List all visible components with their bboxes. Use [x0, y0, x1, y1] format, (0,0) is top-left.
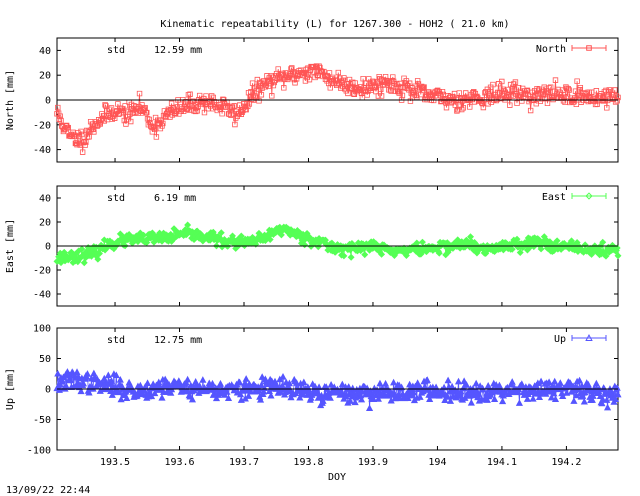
north-panel: -40 -20 0 20 40 North [mm] std 12.59 mm North [5, 37, 621, 163]
legend-label: Up [554, 334, 566, 345]
y-tick-label: -40 [33, 290, 51, 301]
east-panel: -40 -20 0 20 40 East [mm] std 6.19 mm East [5, 185, 622, 307]
y-tick-label: -50 [33, 415, 51, 426]
y-tick-label: 50 [39, 354, 51, 365]
y-tick-label: 40 [39, 46, 51, 57]
x-tick-label: 194.2 [551, 457, 581, 468]
y-tick-label: 20 [39, 71, 51, 82]
y-tick-label: 100 [33, 324, 51, 335]
y-tick-label: 0 [45, 385, 51, 396]
x-axis-label: DOY [328, 472, 346, 483]
x-tick-label: 193.6 [164, 457, 194, 468]
y-tick-label: -20 [33, 266, 51, 277]
legend-label: East [542, 192, 566, 203]
x-tick-label: 193.9 [358, 457, 388, 468]
y-tick-label: 0 [45, 96, 51, 107]
x-tick-label: 194 [428, 457, 446, 468]
std-value: 12.75 mm [154, 335, 202, 346]
y-tick-label: 0 [45, 242, 51, 253]
series-markers [53, 221, 622, 267]
std-value: 12.59 mm [154, 45, 202, 56]
up-panel: -100 -50 0 50 100 Up [mm] std 12.75 mm Up 193.5 19… [5, 324, 622, 468]
y-axis-label: East [mm] [5, 219, 16, 273]
y-tick-label: -100 [27, 446, 51, 457]
series-markers [54, 63, 621, 155]
y-tick-label: -20 [33, 120, 51, 131]
x-tick-label: 193.8 [293, 457, 323, 468]
std-label: std [107, 45, 125, 56]
legend-label: North [536, 44, 566, 55]
repeatability-figure: Kinematic repeatability (L) for 1267.300… [5, 19, 622, 496]
y-tick-label: 20 [39, 218, 51, 229]
timestamp: 13/09/22 22:44 [6, 485, 90, 496]
x-tick-label: 193.5 [100, 457, 130, 468]
std-value: 6.19 mm [154, 193, 196, 204]
y-tick-label: -40 [33, 145, 51, 156]
x-tick-label: 194.1 [487, 457, 517, 468]
figure-title: Kinematic repeatability (L) for 1267.300… [160, 19, 509, 30]
std-label: std [107, 193, 125, 204]
y-axis-label: North [mm] [5, 70, 16, 130]
y-axis-label: Up [mm] [5, 368, 16, 410]
y-tick-label: 40 [39, 194, 51, 205]
x-tick-label: 193.7 [229, 457, 259, 468]
std-label: std [107, 335, 125, 346]
